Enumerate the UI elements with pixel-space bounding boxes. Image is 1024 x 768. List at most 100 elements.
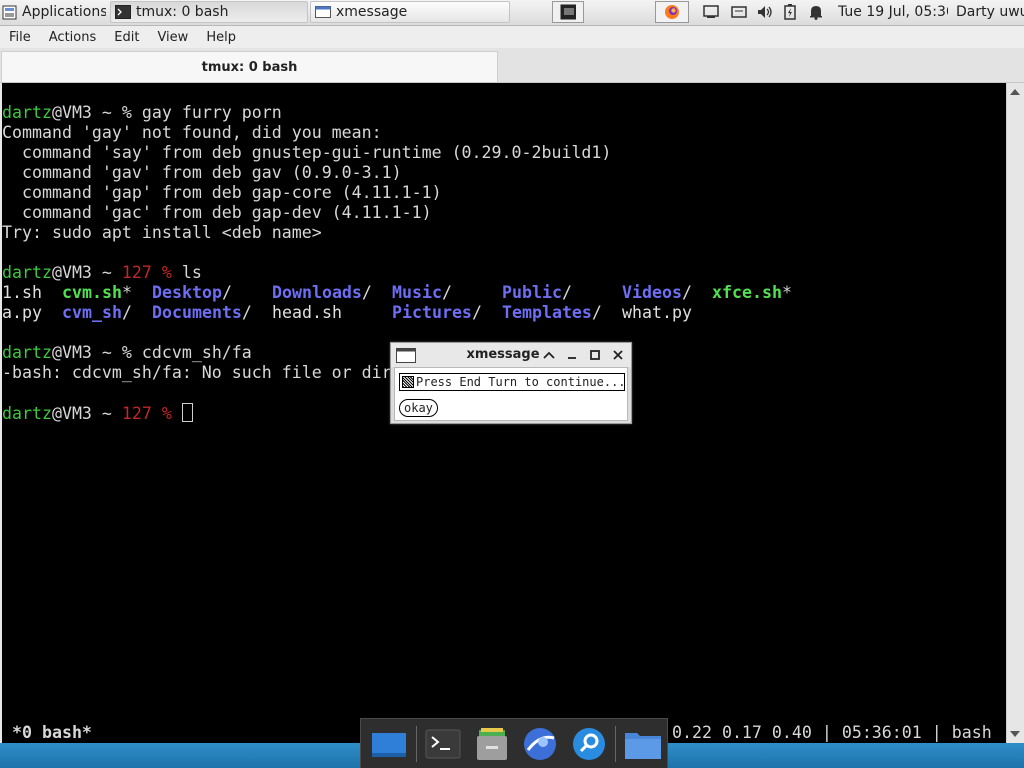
ls-entry-name: Videos — [622, 283, 682, 302]
output-line: command 'say' from deb gnustep-gui-runti… — [2, 143, 612, 162]
prompt-host: VM3 — [61, 103, 92, 122]
okay-button[interactable]: okay — [399, 399, 438, 417]
prompt-user: dartz — [2, 404, 52, 423]
battery-indicator[interactable] — [780, 1, 800, 23]
output-line: command 'gac' from deb gap-dev (4.11.1-1… — [2, 203, 432, 222]
menu-edit[interactable]: Edit — [105, 30, 148, 45]
tab-tmux[interactable]: tmux: 0 bash — [1, 51, 498, 82]
volume-control[interactable] — [754, 1, 776, 23]
ls-entry-suffix: * — [121, 283, 132, 302]
taskbar-item-tmux[interactable]: tmux: 0 bash — [110, 1, 308, 23]
output-line: command 'gav' from deb gav (0.9.0-3.1) — [2, 163, 402, 182]
notifications-button[interactable] — [805, 1, 827, 23]
chevron-up-icon — [543, 351, 555, 359]
prompt-user: dartz — [2, 343, 52, 362]
prompt-at: @ — [51, 103, 62, 122]
close-button[interactable] — [610, 347, 626, 363]
files-icon — [624, 732, 661, 759]
terminal-scrollbar[interactable] — [1006, 83, 1024, 743]
minimize-icon — [568, 357, 576, 359]
firefox-launcher[interactable] — [655, 1, 689, 23]
tab-label: tmux: 0 bash — [201, 59, 298, 75]
ls-entry-suffix: / — [121, 303, 132, 322]
ls-entry-suffix: / — [561, 283, 572, 302]
network-icon — [703, 5, 719, 20]
ls-entry-name: cvm.sh — [62, 283, 122, 302]
browser-icon — [524, 727, 557, 760]
bell-icon — [808, 5, 824, 20]
ls-entry-suffix: / — [441, 283, 452, 302]
output-line: Command 'gay' not found, did you mean: — [2, 123, 382, 142]
ls-entry: Desktop/ — [152, 283, 232, 303]
ls-entry: Music/ — [392, 283, 452, 303]
prompt-user: dartz — [2, 103, 52, 122]
minimize-button[interactable] — [564, 347, 580, 363]
clipboard-indicator[interactable] — [728, 1, 750, 23]
applications-menu-button[interactable]: Applications — [2, 1, 106, 23]
menu-file[interactable]: File — [0, 30, 40, 45]
ls-entry: Documents/ — [152, 303, 252, 323]
close-icon — [613, 350, 623, 360]
network-indicator[interactable] — [700, 1, 722, 23]
ls-entry-name: what.py — [622, 303, 692, 322]
xmessage-text-box[interactable]: Press End Turn to continue... — [399, 373, 625, 391]
scroll-down-arrow-icon[interactable] — [1010, 731, 1020, 737]
scroll-up-arrow-icon[interactable] — [1010, 89, 1020, 95]
ls-entry-suffix: * — [781, 283, 792, 302]
window-shade-button[interactable] — [541, 347, 557, 363]
output-line: command 'gap' from deb gap-core (4.11.1-… — [2, 183, 442, 202]
ls-entry: Templates/ — [502, 303, 602, 323]
dock-show-desktop[interactable] — [365, 721, 414, 767]
speaker-icon — [757, 5, 773, 20]
text-cursor-icon — [402, 376, 414, 388]
ls-entry-name: Documents — [152, 303, 242, 322]
prompt-line: dartz@VM3 ~ % cdcvm_sh/fa — [2, 343, 252, 363]
ls-entry: what.py — [622, 303, 692, 323]
trash-icon — [476, 727, 507, 760]
firefox-icon — [664, 5, 680, 20]
dock-browser[interactable] — [516, 721, 565, 767]
applications-label: Applications — [22, 4, 106, 20]
dock-trash[interactable] — [467, 721, 516, 767]
command-text: ~ % gay furry porn — [91, 103, 282, 122]
clock-label: Tue 19 Jul, 05:36 — [838, 4, 948, 20]
taskbar-item-label: tmux: 0 bash — [136, 4, 229, 20]
dock-terminal[interactable] — [419, 721, 468, 767]
workspace-icon — [560, 4, 576, 20]
ls-entry-suffix: / — [681, 283, 692, 302]
menu-view[interactable]: View — [148, 30, 197, 45]
dock-search[interactable] — [565, 721, 614, 767]
clipboard-icon — [731, 5, 747, 20]
maximize-button[interactable] — [587, 347, 603, 363]
prompt-host: VM3 — [61, 404, 92, 423]
dock-files[interactable] — [618, 721, 667, 767]
xmessage-titlebar[interactable]: xmessage — [391, 343, 631, 367]
workspace-switcher[interactable] — [552, 1, 584, 23]
ls-entry-name: Desktop — [152, 283, 222, 302]
window-icon — [315, 5, 331, 20]
menu-actions[interactable]: Actions — [40, 30, 106, 45]
taskbar-item-xmessage[interactable]: xmessage — [310, 1, 510, 23]
ls-entry-name: Pictures — [392, 303, 472, 322]
ls-entry-suffix: / — [591, 303, 602, 322]
ls-entry-name: head.sh — [272, 303, 342, 322]
user-name: Darty uwu — [956, 4, 1024, 20]
terminal-icon — [115, 5, 131, 20]
dock — [360, 718, 668, 768]
tmux-window-list[interactable]: *0 bash* — [12, 723, 92, 743]
terminal-icon — [425, 729, 461, 758]
prompt-line: dartz@VM3 ~ % gay furry porn — [2, 103, 282, 123]
user-menu[interactable]: Darty uwu — [956, 1, 1024, 23]
ls-entry-name: xfce.sh — [712, 283, 782, 302]
prompt-line: dartz@VM3 ~ 127 % ls — [2, 263, 202, 283]
text-cursor — [181, 403, 193, 422]
menu-help[interactable]: Help — [197, 30, 245, 45]
ls-entry-name: 1.sh — [2, 283, 42, 302]
xmessage-dialog: xmessage Press End Turn to continue... o… — [390, 342, 632, 424]
clock[interactable]: Tue 19 Jul, 05:36 — [838, 1, 948, 23]
prompt-user: dartz — [2, 263, 52, 282]
battery-icon — [782, 4, 798, 20]
dock-separator — [415, 725, 417, 762]
ls-entry-name: cvm_sh — [62, 303, 122, 322]
ls-entry-suffix: / — [241, 303, 252, 322]
